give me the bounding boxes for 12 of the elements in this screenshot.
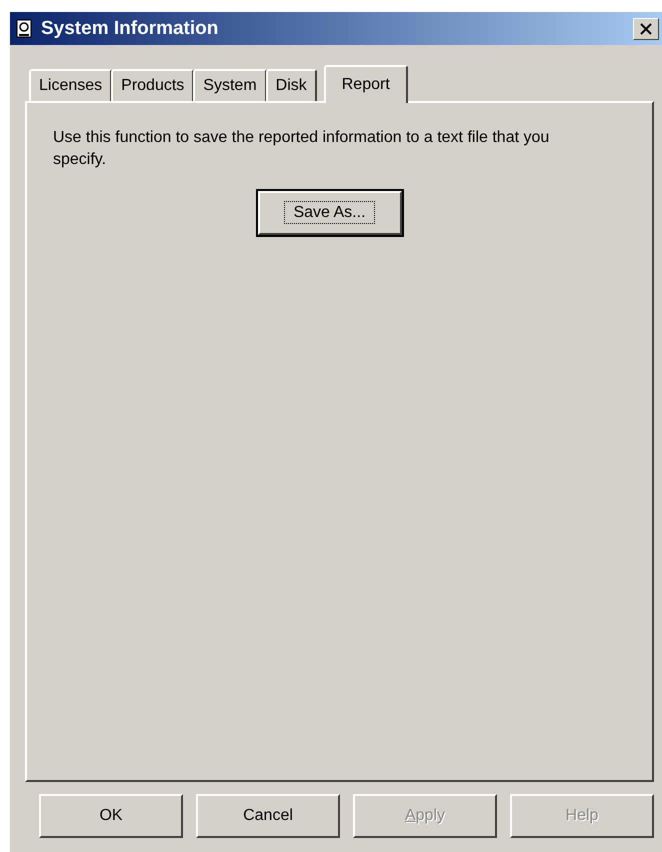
window-title: System Information <box>41 18 220 40</box>
tab[interactable]: Products <box>111 69 194 101</box>
tab[interactable]: System <box>193 69 267 101</box>
save-as-button[interactable]: Save As... <box>258 191 402 235</box>
dialog-button[interactable]: OK <box>39 794 183 838</box>
tab[interactable]: Disk <box>266 69 317 101</box>
tab[interactable]: Licenses <box>29 69 112 101</box>
dialog-button[interactable]: Cancel <box>196 794 340 838</box>
close-button[interactable] <box>633 18 659 40</box>
close-icon <box>640 22 652 34</box>
description-text: Use this function to save the reported information to a text file that you specify. <box>53 128 550 170</box>
tab[interactable]: Report <box>324 65 408 103</box>
